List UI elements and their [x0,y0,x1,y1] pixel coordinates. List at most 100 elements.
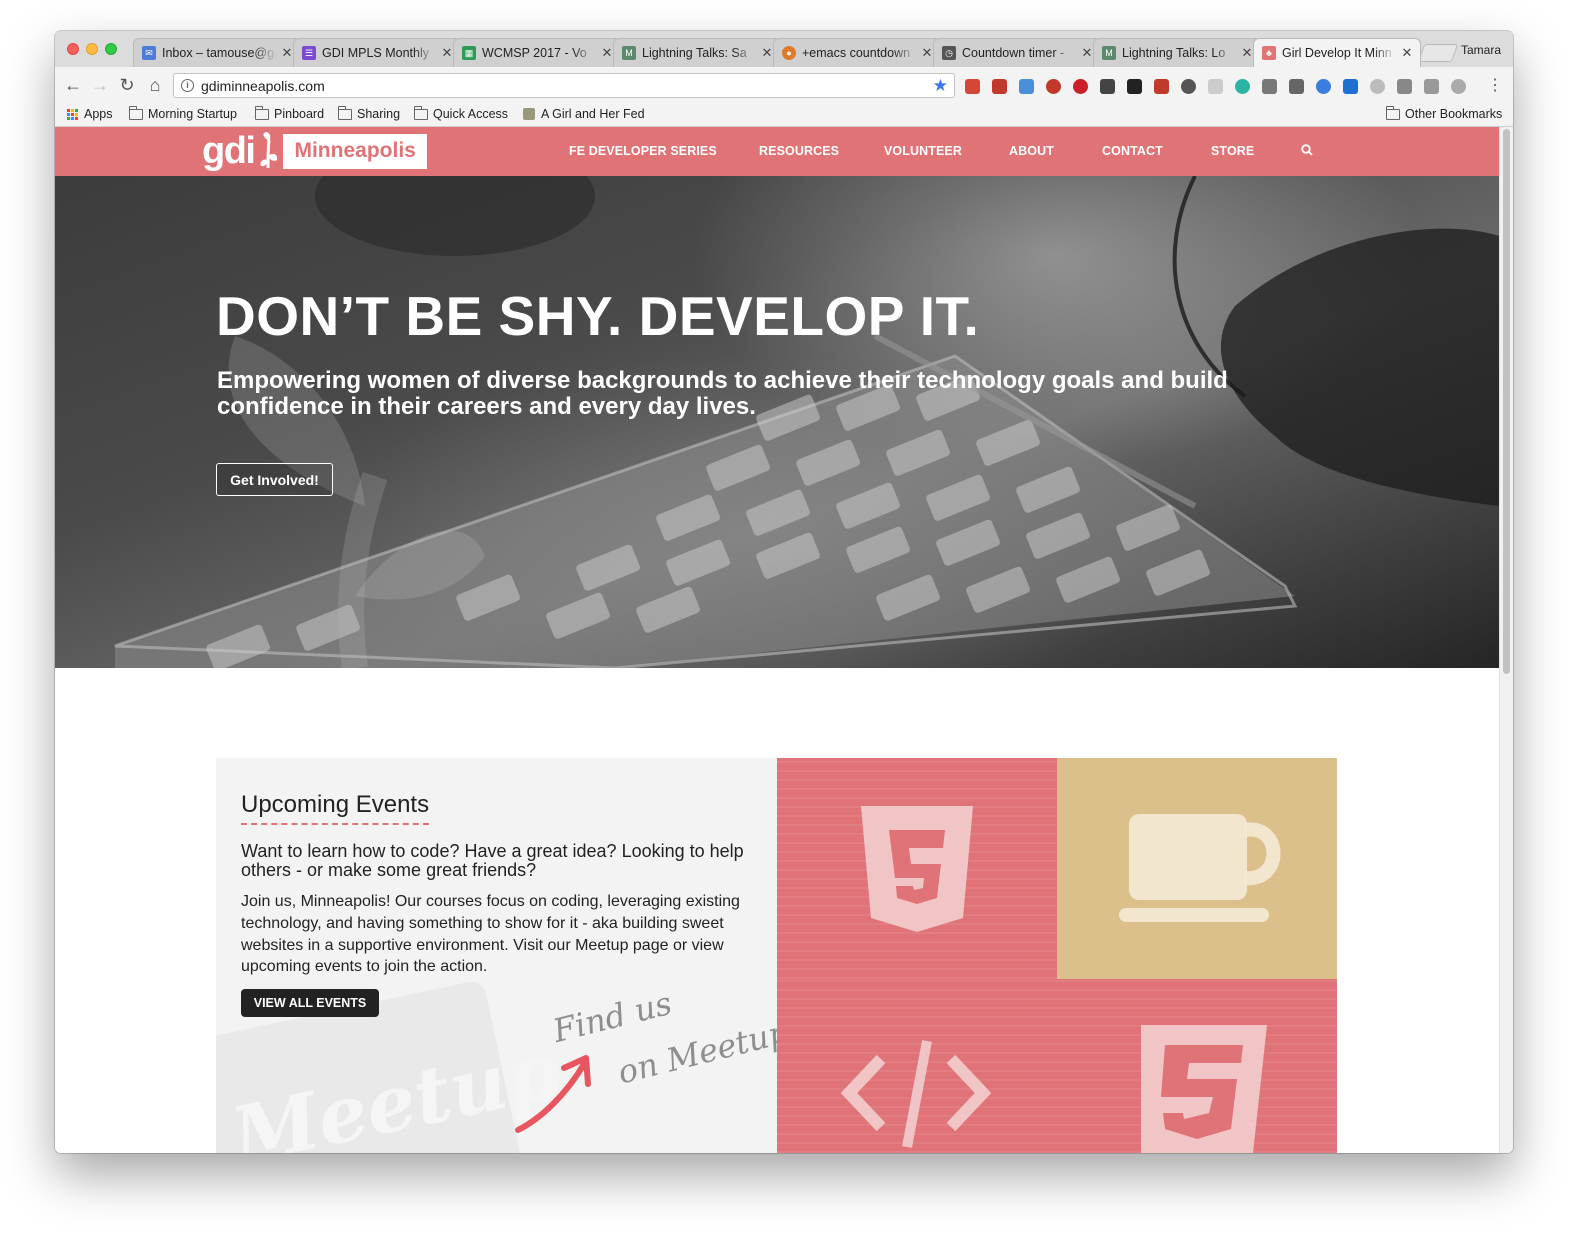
bookmark-star-icon[interactable]: ★ [933,76,948,96]
arrow-icon [515,1055,591,1133]
back-arrow-icon[interactable]: ← [61,73,85,97]
home-icon[interactable]: ⌂ [143,73,167,97]
events-heading: Upcoming Events [241,791,430,825]
bookmark-sharing[interactable]: Sharing [338,105,400,121]
coffee-tile [1057,758,1337,979]
nav-volunteer[interactable]: VOLUNTEER [884,144,962,158]
pocket-extension-icon[interactable] [1100,79,1115,94]
extension-icon[interactable] [1235,79,1250,94]
nav-resources[interactable]: RESOURCES [759,144,839,158]
address-bar[interactable]: i gdiminneapolis.com ★ [173,73,955,98]
bookmark-pinboard[interactable]: Pinboard [255,105,324,121]
nav-store[interactable]: STORE [1211,144,1254,158]
browser-tab-active[interactable]: ♣ Girl Develop It Minn ✕ [1253,38,1421,67]
folder-icon [1386,105,1400,120]
site-logo[interactable]: gdi Minneapolis [202,130,427,172]
browser-tab[interactable]: ▦ WCMSP 2017 - Vo ✕ [453,38,621,67]
folder-icon [338,105,352,120]
folder-icon [129,105,143,120]
close-tab-icon[interactable]: ✕ [920,45,934,61]
hero-headline: DON’T BE SHY. DEVELOP IT. [216,285,980,347]
profile-button[interactable]: Tamara [1461,43,1501,57]
mail-icon: ✉ [142,46,156,60]
apps-grid-icon [67,108,78,120]
pinterest-extension-icon[interactable] [1073,79,1088,94]
extension-icon[interactable] [1289,79,1304,94]
browser-tab[interactable]: ✉ Inbox – tamouse@gmail ✕ [133,38,301,67]
extension-icon[interactable] [1154,79,1169,94]
view-all-events-button[interactable]: VIEW ALL EVENTS [241,989,379,1017]
close-tab-icon[interactable]: ✕ [600,45,614,61]
adblock-extension-icon[interactable] [1046,79,1061,94]
close-tab-icon[interactable]: ✕ [1400,45,1414,61]
gdi-icon: ♣ [1262,46,1276,60]
page-scrollbar[interactable] [1499,127,1513,1153]
minimize-window-button[interactable] [86,43,98,55]
close-tab-icon[interactable]: ✕ [760,45,774,61]
tag-extension-icon[interactable] [1262,79,1277,94]
sheets-icon: ▦ [462,46,476,60]
close-window-button[interactable] [67,43,79,55]
browser-window: ✉ Inbox – tamouse@gmail ✕ ☰ GDI MPLS Mon… [55,31,1513,1153]
close-tab-icon[interactable]: ✕ [440,45,454,61]
code-tile [777,979,1057,1153]
web-page: gdi Minneapolis FE DEVELOPER SERIES RESO… [55,127,1513,1153]
timer-icon: ◷ [942,46,956,60]
bookmark-morning-startup[interactable]: Morning Startup [129,105,237,121]
site-info-icon[interactable]: i [181,79,194,92]
browser-tab[interactable]: ☰ GDI MPLS Monthly ✕ [293,38,461,67]
forms-icon: ☰ [302,46,316,60]
browser-tab[interactable]: ● +emacs countdown ✕ [773,38,941,67]
extension-icon[interactable] [1181,79,1196,94]
extension-icon[interactable] [1316,79,1331,94]
html5-tile [777,758,1057,979]
site-favicon-icon [523,108,535,120]
nav-contact[interactable]: CONTACT [1102,144,1163,158]
scrollbar-thumb[interactable] [1503,129,1510,674]
nav-about[interactable]: ABOUT [1009,144,1054,158]
reload-icon[interactable]: ↻ [115,73,139,97]
get-involved-button[interactable]: Get Involved! [216,463,333,496]
gmail-extension-icon[interactable] [965,79,980,94]
new-tab-button[interactable] [1417,44,1459,62]
other-bookmarks[interactable]: Other Bookmarks [1386,105,1502,121]
meetup-icon: M [622,46,636,60]
html5-icon [861,806,973,932]
bookmarks-bar: Apps Morning Startup Pinboard Sharing Qu… [55,103,1513,127]
find-us-text[interactable]: Find us [549,984,675,1050]
folder-icon [255,105,269,120]
sprout-icon [260,132,278,169]
extension-icon[interactable] [1424,79,1439,94]
tab-strip: ✉ Inbox – tamouse@gmail ✕ ☰ GDI MPLS Mon… [55,31,1513,67]
folder-icon [414,105,428,120]
browser-tab[interactable]: M Lightning Talks: Lo ✕ [1093,38,1261,67]
menu-kebab-icon[interactable]: ⋮ [1483,73,1507,97]
url-text[interactable]: gdiminneapolis.com [201,78,325,94]
close-tab-icon[interactable]: ✕ [280,45,294,61]
lastpass-extension-icon[interactable] [992,79,1007,94]
extension-icon[interactable] [1208,79,1223,94]
close-tab-icon[interactable]: ✕ [1080,45,1094,61]
site-header: gdi Minneapolis FE DEVELOPER SERIES RESO… [55,127,1499,176]
bookmark-quick-access[interactable]: Quick Access [414,105,508,121]
clock-extension-icon[interactable] [1451,79,1466,94]
forward-arrow-icon[interactable]: → [88,73,112,97]
extension-icon[interactable] [1127,79,1142,94]
trello-extension-icon[interactable] [1343,79,1358,94]
close-tab-icon[interactable]: ✕ [1240,45,1254,61]
bookmark-girl-and-her-fed[interactable]: A Girl and Her Fed [523,107,645,121]
browser-tab[interactable]: M Lightning Talks: Sa ✕ [613,38,781,67]
upcoming-events-panel: Meetup Upcoming Events Want to learn how… [216,758,777,1153]
bookmark-apps[interactable]: Apps [67,107,113,121]
extension-icon[interactable] [1019,79,1034,94]
extension-icon[interactable] [1397,79,1412,94]
nav-fe-developer-series[interactable]: FE DEVELOPER SERIES [569,144,717,158]
hero-banner: DON’T BE SHY. DEVELOP IT. Empowering wom… [55,176,1499,668]
coffee-cup-icon [1119,814,1281,922]
maximize-window-button[interactable] [105,43,117,55]
browser-tab[interactable]: ◷ Countdown timer - ✕ [933,38,1101,67]
search-icon[interactable] [1301,144,1313,156]
extension-icon[interactable] [1370,79,1385,94]
code-brackets-icon [840,1040,992,1148]
css3-icon [1141,1025,1267,1153]
